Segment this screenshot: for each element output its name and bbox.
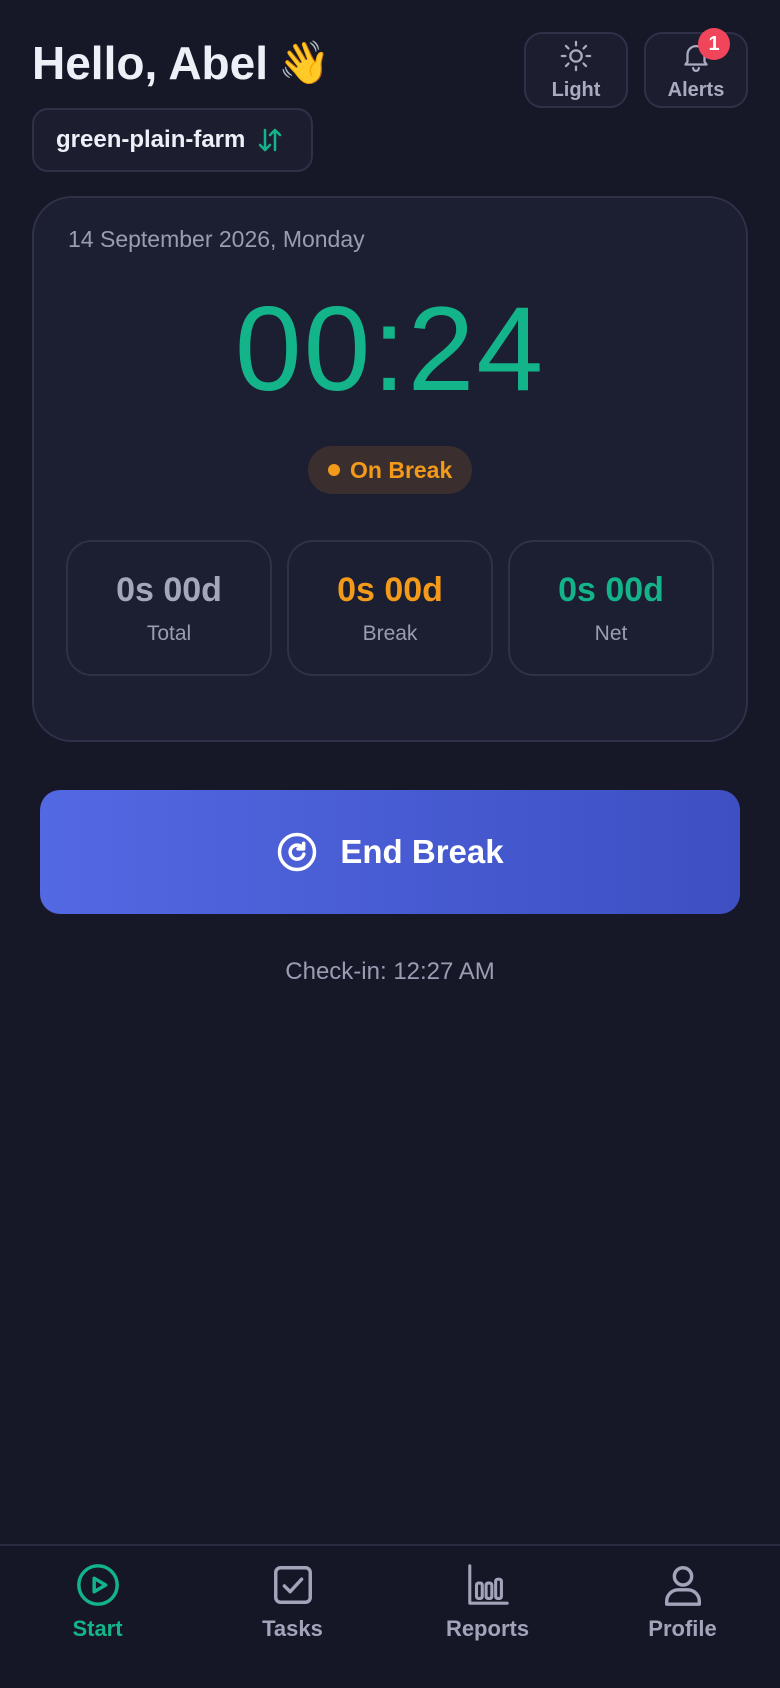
greeting-heading: Hello, Abel 👋 xyxy=(32,36,330,90)
stat-total-label: Total xyxy=(146,621,192,645)
nav-item-profile[interactable]: Profile xyxy=(585,1546,780,1688)
alerts-count-badge: 1 xyxy=(698,28,730,60)
swap-vertical-icon xyxy=(259,128,282,152)
end-break-button[interactable]: End Break xyxy=(40,790,740,914)
wave-emoji: 👋 xyxy=(278,38,331,87)
checkin-time: Check-in: 12:27 AM xyxy=(285,958,495,985)
alerts-label: Alerts xyxy=(667,78,725,101)
bottom-nav: Start Tasks Reports Profile xyxy=(0,1544,780,1688)
session-date: 14 September 2026, Monday xyxy=(68,226,365,252)
nav-label-reports: Reports xyxy=(445,1616,530,1641)
end-break-label: End Break xyxy=(340,833,504,870)
session-card: 14 September 2026, Monday 00:24 On Break… xyxy=(32,196,748,742)
user-icon xyxy=(664,1566,701,1606)
bar-chart-icon xyxy=(467,1564,509,1605)
stat-break-label: Break xyxy=(362,621,418,645)
status-dot xyxy=(328,464,340,476)
stat-total-value: 0s 00d xyxy=(116,570,222,609)
status-badge: On Break xyxy=(308,446,473,494)
nav-label-profile: Profile xyxy=(648,1616,717,1641)
farm-name: green-plain-farm xyxy=(56,126,246,153)
nav-label-start: Start xyxy=(72,1616,123,1641)
stat-total: 0s 00d Total xyxy=(66,540,272,676)
checkbox-icon xyxy=(273,1566,312,1604)
farm-selector[interactable]: green-plain-farm xyxy=(32,108,314,172)
stat-net-label: Net xyxy=(594,621,628,645)
stat-break-value: 0s 00d xyxy=(337,570,443,609)
alerts-button[interactable]: Alerts 1 xyxy=(644,28,748,108)
nav-item-tasks[interactable]: Tasks xyxy=(195,1546,390,1688)
app-screen: Hello, Abel 👋 Light Alerts 1 green-plain… xyxy=(0,0,780,1688)
nav-item-start[interactable]: Start xyxy=(0,1546,195,1688)
theme-toggle-label: Light xyxy=(551,78,601,101)
status-label: On Break xyxy=(350,456,453,483)
nav-item-reports[interactable]: Reports xyxy=(390,1546,585,1688)
session-timer: 00:24 xyxy=(234,282,546,416)
greeting-text: Hello, Abel xyxy=(32,37,268,89)
theme-toggle-button[interactable]: Light xyxy=(524,32,628,108)
stat-net: 0s 00d Net xyxy=(508,540,714,676)
refresh-circle-icon xyxy=(278,832,317,872)
stat-break: 0s 00d Break xyxy=(287,540,493,676)
stat-net-value: 0s 00d xyxy=(558,570,664,609)
nav-label-tasks: Tasks xyxy=(262,1616,323,1641)
play-circle-icon xyxy=(76,1564,119,1606)
sun-icon xyxy=(560,40,592,71)
